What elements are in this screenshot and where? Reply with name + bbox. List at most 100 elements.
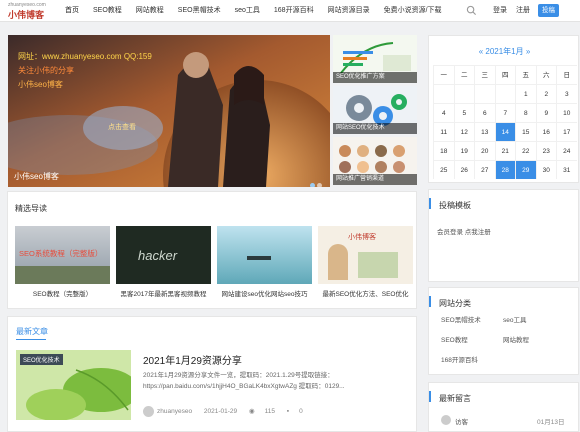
calendar-day[interactable]: 4 xyxy=(433,103,454,122)
article-meta: zhuanyeseo 2021-01-29 ◉ 115 ▪ 0 xyxy=(143,406,313,417)
category-link[interactable]: seo工具 xyxy=(503,314,526,324)
recommend-item-image: hacker xyxy=(116,226,211,284)
calendar-day[interactable]: 2 xyxy=(535,84,556,103)
recommend-item[interactable]: 网站建设seo优化网站seo技巧 xyxy=(217,226,312,298)
calendar-day[interactable]: 1 xyxy=(515,84,536,103)
publish-button[interactable]: 投稿 xyxy=(538,4,559,17)
calendar-grid: 一二三四五六日 1 2 3 4 5 6 7 8 9 10 11 12 13 14 15 16 17 18 19 20 21… xyxy=(433,65,577,179)
calendar-day xyxy=(453,84,474,103)
site-logo[interactable]: zhuanyeseo.com 小伟博客 xyxy=(8,2,48,20)
article-title[interactable]: 2021年1月29资源分享 xyxy=(143,352,242,367)
calendar-day[interactable]: 26 xyxy=(453,160,474,179)
calendar-day[interactable]: 17 xyxy=(556,122,577,141)
calendar-day[interactable]: 29 xyxy=(515,160,536,179)
calendar-week-row: 25 26 27 28 29 30 31 xyxy=(433,160,577,179)
contribute-links[interactable]: 会员登录 点我注册 xyxy=(437,226,491,236)
side-thumb-2[interactable]: 网站SEO优化技术 xyxy=(333,86,417,134)
search-icon[interactable] xyxy=(466,5,477,16)
main-slider[interactable]: 网址：www.zhuanyeseo.com QQ:159 关注小伟的分享 小伟s… xyxy=(8,35,330,187)
widget-accent-bar xyxy=(429,296,431,307)
nav-seo-blackhat[interactable]: SEO黑帽技术 xyxy=(171,0,228,22)
article-category-tag[interactable]: SEO优化技术 xyxy=(20,354,63,365)
calendar-header[interactable]: « 2021年1月 » xyxy=(429,46,580,57)
calendar-day[interactable]: 7 xyxy=(494,103,515,122)
slider-cta[interactable]: 点击查看 xyxy=(96,119,148,137)
recommend-item[interactable]: SEO系统教程（完整版） SEO教程（完整版） xyxy=(15,226,110,298)
main-nav: 首页 SEO教程 网站教程 SEO黑帽技术 seo工具 168开源百科 网站资源… xyxy=(58,0,449,22)
calendar-day[interactable]: 14 xyxy=(494,122,515,141)
commenter-name[interactable]: 访客 xyxy=(455,416,468,426)
categories-title: 网站分类 xyxy=(439,299,471,308)
calendar-day[interactable]: 13 xyxy=(474,122,495,141)
category-link[interactable]: SEO黑帽技术 xyxy=(441,314,481,324)
calendar-weekday: 六 xyxy=(535,65,556,84)
recommend-item[interactable]: 小伟博客 最新SEO优化方法、SEO优化 xyxy=(318,226,413,298)
calendar-day[interactable]: 6 xyxy=(474,103,495,122)
side-thumb-3[interactable]: 网站推广营销渠道 xyxy=(333,137,417,185)
nav-home[interactable]: 首页 xyxy=(58,0,86,22)
calendar-week-row: 18 19 20 21 22 23 24 xyxy=(433,141,577,160)
calendar-day[interactable]: 18 xyxy=(433,141,454,160)
calendar-day[interactable]: 15 xyxy=(515,122,536,141)
side-thumb-1[interactable]: SEO优化推广方案 xyxy=(333,35,417,83)
calendar-weekday: 五 xyxy=(515,65,536,84)
calendar-weekday: 日 xyxy=(556,65,577,84)
nav-novels[interactable]: 免费小说资源/下载 xyxy=(377,0,449,22)
calendar-week-row: 11 12 13 14 15 16 17 xyxy=(433,122,577,141)
article-thumbnail[interactable]: SEO优化技术 xyxy=(16,350,131,420)
calendar-day[interactable]: 31 xyxy=(556,160,577,179)
comment-icon: ▪ xyxy=(286,408,290,416)
article-author[interactable]: zhuanyeseo xyxy=(157,408,192,415)
side-thumb-3-caption: 网站推广营销渠道 xyxy=(333,174,417,185)
calendar-day[interactable]: 19 xyxy=(453,141,474,160)
nav-open-source[interactable]: 168开源百科 xyxy=(267,0,321,22)
calendar-day[interactable]: 30 xyxy=(535,160,556,179)
nav-seo-tools[interactable]: seo工具 xyxy=(228,0,267,22)
calendar-day[interactable]: 10 xyxy=(556,103,577,122)
calendar-day[interactable]: 8 xyxy=(515,103,536,122)
category-link[interactable]: 网站教程 xyxy=(503,334,529,344)
calendar-day[interactable]: 28 xyxy=(494,160,515,179)
recent-comments-widget: 最新留言 访客 01月13日 xyxy=(428,382,579,432)
calendar-day[interactable]: 25 xyxy=(433,160,454,179)
comment-date: 01月13日 xyxy=(537,419,565,426)
calendar-day xyxy=(494,84,515,103)
slider-dot-2[interactable] xyxy=(317,183,322,187)
calendar-day[interactable]: 23 xyxy=(535,141,556,160)
calendar-day[interactable]: 24 xyxy=(556,141,577,160)
nav-seo-tutorial[interactable]: SEO教程 xyxy=(86,0,129,22)
nav-site-tutorial[interactable]: 网站教程 xyxy=(129,0,171,22)
recommend-item-title: SEO教程（完整版） xyxy=(32,291,93,298)
calendar-widget: « 2021年1月 » 一二三四五六日 1 2 3 4 5 6 7 8 9 10 11 12 13 14 15… xyxy=(428,35,579,183)
slider-dots xyxy=(308,175,322,187)
slider-dot-1[interactable] xyxy=(310,183,315,187)
calendar-day[interactable]: 20 xyxy=(474,141,495,160)
calendar-weekday: 四 xyxy=(494,65,515,84)
calendar-day[interactable]: 3 xyxy=(556,84,577,103)
side-thumb-2-caption: 网站SEO优化技术 xyxy=(333,123,417,134)
calendar-weekday-row: 一二三四五六日 xyxy=(433,65,577,84)
nav-resource-dir[interactable]: 网站资源目录 xyxy=(321,0,377,22)
recommend-item-title: 最新SEO优化方法、SEO优化 xyxy=(322,291,409,298)
calendar-weekday: 二 xyxy=(453,65,474,84)
categories-widget: 网站分类 SEO黑帽技术 seo工具 SEO教程 网站教程 168开源百科 xyxy=(428,287,579,375)
commenter-avatar-icon xyxy=(441,415,451,425)
category-link[interactable]: 168开源百科 xyxy=(441,354,478,364)
logo-text: 小伟博客 xyxy=(8,10,45,20)
recommend-item[interactable]: hacker 黑客2017年最新黑客视频教程 xyxy=(116,226,211,298)
recommend-title: 精选导读 xyxy=(15,204,47,213)
calendar-day[interactable]: 21 xyxy=(494,141,515,160)
calendar-day[interactable]: 16 xyxy=(535,122,556,141)
category-link[interactable]: SEO教程 xyxy=(441,334,468,344)
calendar-day[interactable]: 5 xyxy=(453,103,474,122)
calendar-day[interactable]: 9 xyxy=(535,103,556,122)
calendar-day[interactable]: 22 xyxy=(515,141,536,160)
recent-comments-title: 最新留言 xyxy=(439,394,471,403)
calendar-day[interactable]: 11 xyxy=(433,122,454,141)
login-link[interactable]: 登录 xyxy=(493,0,507,22)
calendar-day[interactable]: 27 xyxy=(474,160,495,179)
register-link[interactable]: 注册 xyxy=(516,0,530,22)
latest-tab[interactable]: 最新文章 xyxy=(16,326,48,337)
calendar-day[interactable]: 12 xyxy=(453,122,474,141)
side-thumbnails: SEO优化推广方案 网站SEO优化技术 网站推广营销渠道 xyxy=(333,35,417,187)
